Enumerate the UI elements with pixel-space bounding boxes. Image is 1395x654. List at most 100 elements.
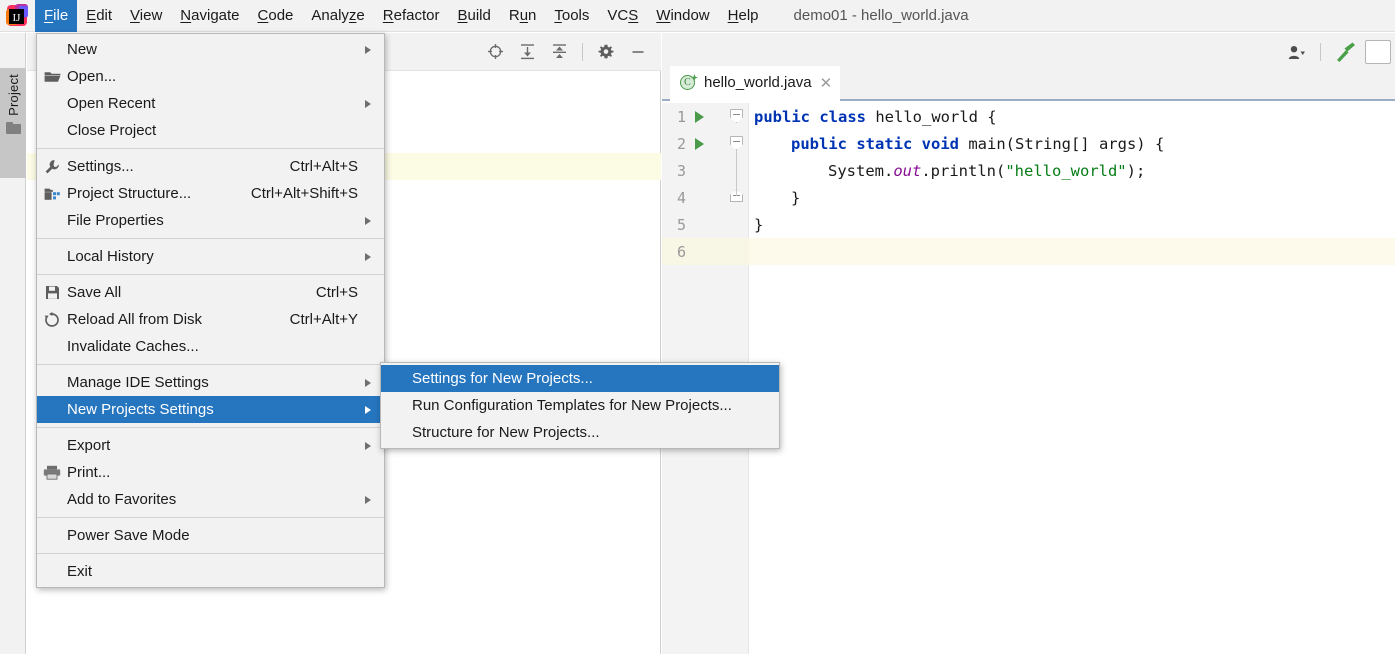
menu-item-power-save-mode[interactable]: Power Save Mode: [37, 522, 384, 549]
menubar-item-label: Edit: [86, 7, 113, 24]
menu-item-open[interactable]: Open...: [37, 63, 384, 90]
toolbar-separator: [582, 42, 583, 61]
menubar-item-file[interactable]: File: [35, 0, 78, 32]
menu-item-label: Export: [67, 437, 111, 454]
menu-item-new-projects-settings[interactable]: New Projects Settings: [37, 396, 384, 423]
code-token: }: [791, 188, 801, 207]
menu-item-project-structure[interactable]: Project Structure... Ctrl+Alt+Shift+S: [37, 180, 384, 207]
menu-item-file-properties[interactable]: File Properties: [37, 207, 384, 234]
close-icon[interactable]: ✕: [820, 74, 833, 92]
menu-item-invalidate-caches[interactable]: Invalidate Caches...: [37, 333, 384, 360]
folder-open-icon: [37, 63, 67, 90]
locate-target-icon[interactable]: [482, 39, 508, 65]
no-icon: [37, 333, 67, 360]
code-token: static: [856, 134, 922, 153]
menubar-item-build[interactable]: Build: [448, 0, 499, 32]
editor-tab-hello-world[interactable]: C hello_world.java ✕: [670, 66, 841, 101]
code-token: "hello_world": [1005, 161, 1127, 180]
line-number: 6: [676, 242, 686, 261]
menubar-item-navigate[interactable]: Navigate: [171, 0, 248, 32]
menu-item-label: Settings...: [67, 158, 134, 175]
menu-separator: [37, 274, 384, 275]
menu-item-print[interactable]: Print...: [37, 459, 384, 486]
project-tab-label: Project: [5, 74, 21, 116]
menu-item-add-to-favorites[interactable]: Add to Favorites: [37, 486, 384, 513]
code-token: class: [819, 107, 876, 126]
submenu-item-settings-for-new-projects[interactable]: Settings for New Projects...: [381, 365, 779, 392]
menubar-item-refactor[interactable]: Refactor: [374, 0, 449, 32]
no-icon: [37, 396, 67, 423]
folder-icon: [5, 121, 21, 134]
submenu-item-run-configuration-templates-for-new-projects[interactable]: Run Configuration Templates for New Proj…: [381, 392, 779, 419]
menu-separator: [37, 364, 384, 365]
menubar-item-code[interactable]: Code: [249, 0, 303, 32]
hide-panel-icon[interactable]: [625, 39, 651, 65]
menu-item-label: Local History: [67, 248, 154, 265]
expand-all-icon[interactable]: [514, 39, 540, 65]
menubar-item-view[interactable]: View: [121, 0, 171, 32]
menubar-item-help[interactable]: Help: [719, 0, 768, 32]
menu-item-reload-all-from-disk[interactable]: Reload All from Disk Ctrl+Alt+Y: [37, 306, 384, 333]
submenu-item-structure-for-new-projects[interactable]: Structure for New Projects...: [381, 419, 779, 446]
code-line: 6: [662, 238, 1395, 265]
menu-item-save-all[interactable]: Save All Ctrl+S: [37, 279, 384, 306]
editor-tab-bar: C hello_world.java ✕: [662, 66, 1395, 101]
menubar-item-label: Tools: [554, 7, 590, 24]
line-number: 4: [676, 188, 686, 207]
chevron-right-icon: [358, 495, 378, 504]
line-number: 5: [676, 215, 686, 234]
chevron-right-icon: [358, 405, 378, 414]
menu-item-label: New Projects Settings: [67, 401, 214, 418]
menu-item-label: File Properties: [67, 212, 164, 229]
gear-icon[interactable]: [593, 39, 619, 65]
line-number: 1: [676, 107, 686, 126]
code-fold-open-icon[interactable]: [730, 136, 745, 151]
run-gutter-icon[interactable]: [686, 110, 712, 123]
code-text: public class hello_world {: [754, 103, 997, 130]
menubar-item-vcs[interactable]: VCS: [598, 0, 647, 32]
code-fold-open-icon[interactable]: [730, 109, 745, 124]
submenu-item-label: Structure for New Projects...: [412, 424, 600, 441]
menu-item-new[interactable]: New: [37, 36, 384, 63]
code-token: (String[] args) {: [1005, 134, 1165, 153]
menu-item-exit[interactable]: Exit: [37, 558, 384, 585]
menubar-item-analyze[interactable]: Analyze: [302, 0, 373, 32]
menu-item-label: Add to Favorites: [67, 491, 177, 508]
menubar-item-label: Refactor: [382, 7, 440, 24]
menubar-item-edit[interactable]: Edit: [77, 0, 121, 32]
menu-item-label: Close Project: [67, 122, 157, 139]
menu-item-open-recent[interactable]: Open Recent: [37, 90, 384, 117]
menu-item-local-history[interactable]: Local History: [37, 243, 384, 270]
menu-item-label: Exit: [67, 563, 93, 580]
menu-item-shortcut: Ctrl+S: [315, 284, 358, 301]
menubar-item-label: Window: [656, 7, 710, 24]
code-fold-close-icon[interactable]: [730, 190, 745, 205]
menu-separator: [37, 238, 384, 239]
menubar-item-tools[interactable]: Tools: [545, 0, 598, 32]
menu-item-shortcut: Ctrl+Alt+Y: [289, 311, 358, 328]
no-icon: [37, 522, 67, 549]
toolbar-separator: [1320, 43, 1321, 61]
menubar-item-run[interactable]: Run: [500, 0, 546, 32]
menubar-item-window[interactable]: Window: [647, 0, 718, 32]
menu-item-close-project[interactable]: Close Project: [37, 117, 384, 144]
menu-item-label: Save All: [67, 284, 122, 301]
code-text: public static void main (String[] args) {: [791, 130, 1164, 157]
menubar-item-label: View: [130, 7, 163, 24]
build-hammer-icon[interactable]: [1332, 39, 1358, 65]
window-title: demo01 - hello_world.java: [793, 7, 969, 24]
menu-item-export[interactable]: Export: [37, 432, 384, 459]
user-account-icon[interactable]: [1283, 39, 1309, 65]
menu-item-settings[interactable]: Settings... Ctrl+Alt+S: [37, 153, 384, 180]
no-icon: [37, 90, 67, 117]
menu-separator: [37, 427, 384, 428]
menu-item-manage-ide-settings[interactable]: Manage IDE Settings: [37, 369, 384, 396]
print-icon: [37, 459, 67, 486]
sidebar-item-project[interactable]: Project: [0, 68, 26, 178]
left-tool-window-strip: Project: [0, 33, 26, 654]
code-token: void: [921, 134, 969, 153]
run-gutter-icon[interactable]: [686, 137, 712, 150]
menubar-item-label: Analyze: [311, 7, 365, 24]
collapse-all-icon[interactable]: [546, 39, 572, 65]
search-everywhere-input[interactable]: [1365, 40, 1391, 64]
